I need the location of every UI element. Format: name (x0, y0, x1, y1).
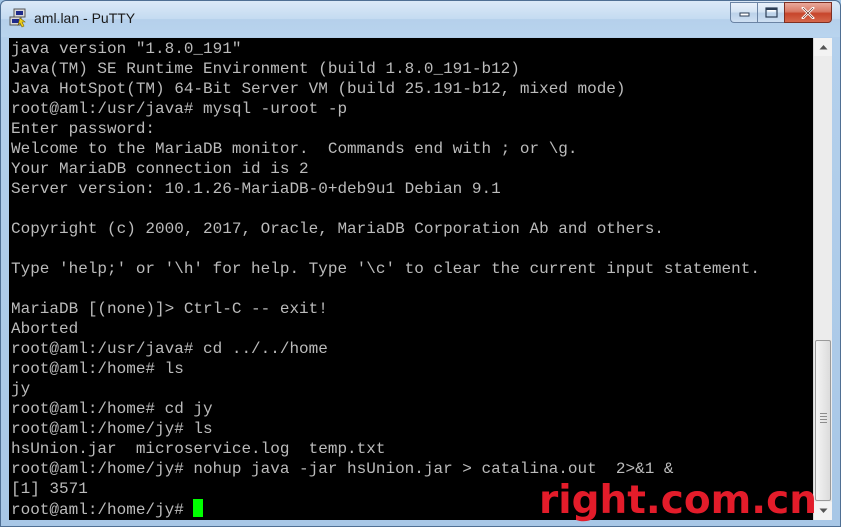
terminal-line: Enter password: (11, 120, 156, 138)
maximize-icon (764, 7, 778, 18)
minimize-button[interactable] (730, 2, 757, 23)
terminal-line: Welcome to the MariaDB monitor. Commands… (11, 140, 578, 158)
close-button[interactable] (784, 2, 832, 23)
terminal-cursor (193, 499, 204, 517)
vertical-scrollbar[interactable] (813, 38, 832, 520)
terminal-line: Server version: 10.1.26-MariaDB-0+deb9u1… (11, 180, 501, 198)
scrollbar-thumb[interactable] (815, 340, 831, 501)
window-title: aml.lan - PuTTY (34, 10, 136, 26)
title-bar[interactable]: aml.lan - PuTTY (1, 1, 840, 37)
terminal-line: root@aml:/home/jy# ls (11, 420, 213, 438)
terminal-line: Copyright (c) 2000, 2017, Oracle, MariaD… (11, 220, 664, 238)
scroll-up-arrow-icon (819, 45, 827, 50)
putty-app-icon[interactable] (8, 8, 28, 28)
terminal-line: root@aml:/usr/java# mysql -uroot -p (11, 100, 348, 118)
putty-window: aml.lan - PuTTY java version "1.8.0_191"… (0, 0, 841, 527)
terminal-line: Aborted (11, 320, 79, 338)
scroll-down-arrow-icon (819, 508, 827, 513)
terminal-line: Java HotSpot(TM) 64-Bit Server VM (build… (11, 80, 626, 98)
scrollbar-grip-icon (820, 413, 827, 425)
terminal-screen[interactable]: java version "1.8.0_191" Java(TM) SE Runt… (9, 38, 813, 520)
terminal-line: Type 'help;' or '\h' for help. Type '\c'… (11, 260, 760, 278)
caption-buttons (730, 2, 832, 23)
terminal-line: root@aml:/home/jy# nohup java -jar hsUni… (11, 460, 674, 478)
terminal-line: root@aml:/home# cd jy (11, 400, 213, 418)
terminal-line: Your MariaDB connection id is 2 (11, 160, 309, 178)
terminal-line: Java(TM) SE Runtime Environment (build 1… (11, 60, 520, 78)
terminal-line: MariaDB [(none)]> Ctrl-C -- exit! (11, 300, 328, 318)
minimize-icon (739, 12, 749, 17)
terminal-output: java version "1.8.0_191" Java(TM) SE Runt… (11, 39, 760, 519)
terminal-line: root@aml:/home# ls (11, 360, 184, 378)
maximize-button[interactable] (757, 2, 784, 23)
terminal-prompt: root@aml:/home/jy# (11, 501, 194, 519)
close-icon (801, 6, 815, 19)
terminal-line: hsUnion.jar microservice.log temp.txt (11, 440, 386, 458)
watermark-logo: right.com.cn (539, 478, 817, 523)
terminal-line: root@aml:/usr/java# cd ../../home (11, 340, 328, 358)
scroll-up-button[interactable] (814, 38, 832, 56)
terminal-line: jy (11, 380, 31, 398)
terminal-line: java version "1.8.0_191" (11, 40, 242, 58)
